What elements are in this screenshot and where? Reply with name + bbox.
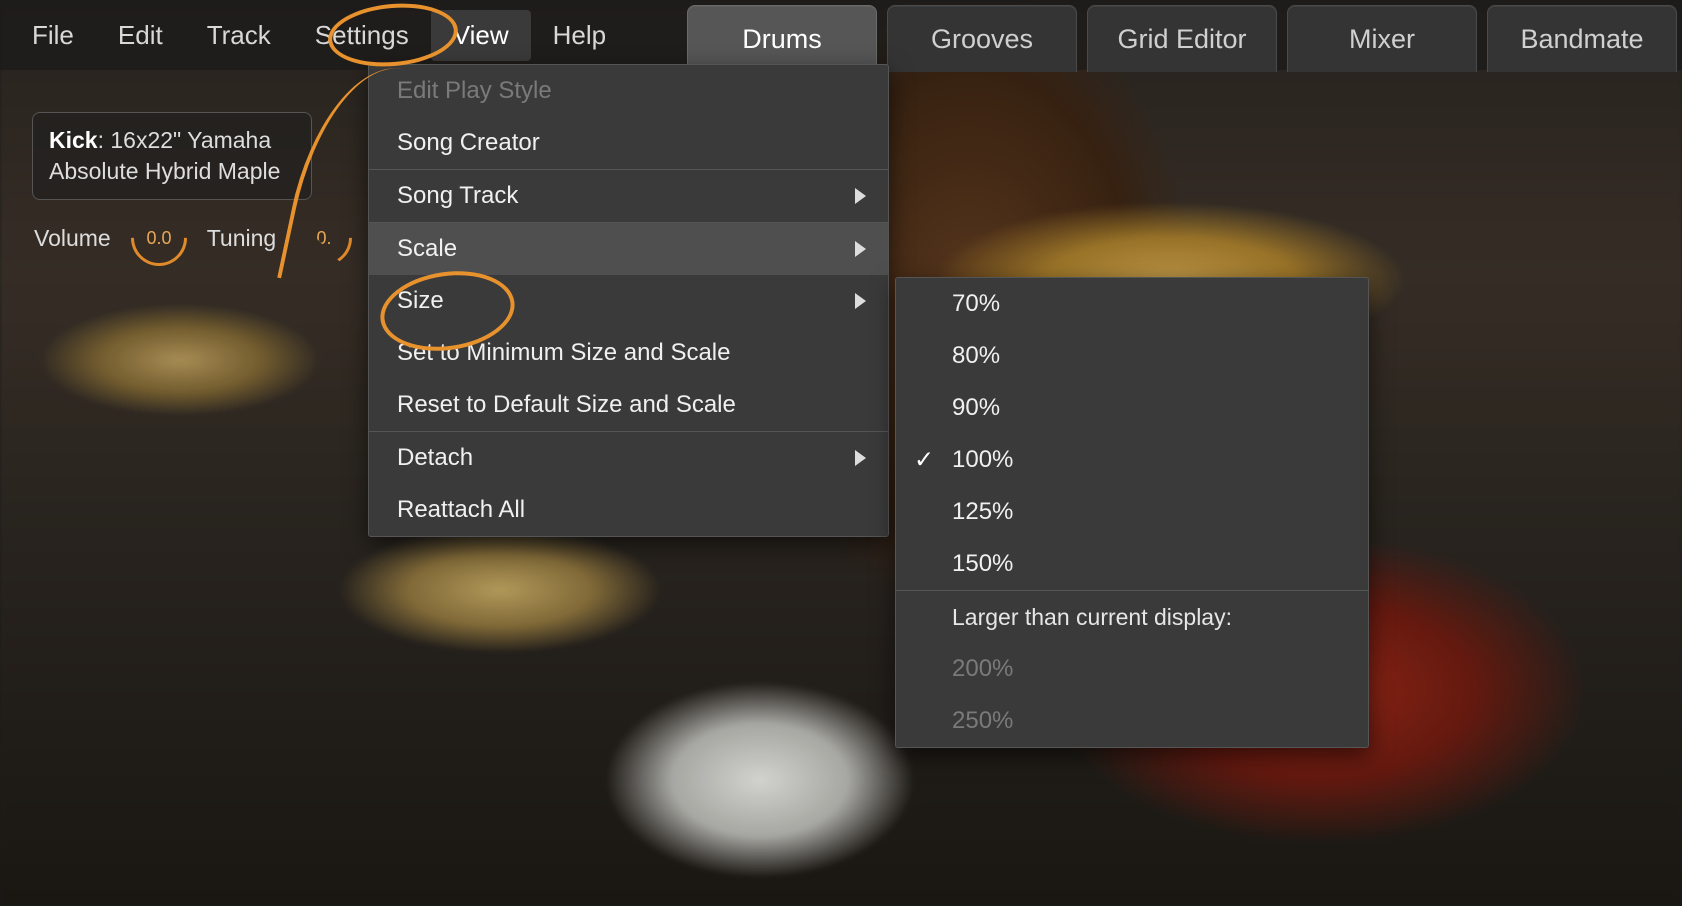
scale-option-80[interactable]: 80% <box>896 330 1368 382</box>
menu-item-detach[interactable]: Detach <box>369 432 888 484</box>
tuning-knob[interactable]: 0. <box>285 198 364 277</box>
tab-mixer[interactable]: Mixer <box>1287 5 1477 72</box>
checkmark-icon: ✓ <box>914 446 934 475</box>
tab-grid-editor[interactable]: Grid Editor <box>1087 5 1277 72</box>
menu-item-reset[interactable]: Reset to Default Size and Scale <box>369 379 888 431</box>
menu-file[interactable]: File <box>10 10 96 61</box>
volume-value: 0.0 <box>146 228 171 249</box>
menu-item-label: Detach <box>397 444 473 472</box>
scale-option-90[interactable]: 90% <box>896 382 1368 434</box>
menu-item-reattach[interactable]: Reattach All <box>369 484 888 536</box>
tab-drums[interactable]: Drums <box>687 5 877 72</box>
menu-help[interactable]: Help <box>531 10 628 61</box>
menu-item-scale[interactable]: Scale <box>369 223 888 275</box>
menu-item-label: Scale <box>397 235 457 263</box>
instrument-info[interactable]: Kick: 16x22" Yamaha Absolute Hybrid Mapl… <box>32 112 312 200</box>
menu-item-label: Size <box>397 287 444 315</box>
submenu-arrow-icon <box>855 241 866 257</box>
submenu-arrow-icon <box>855 450 866 466</box>
scale-option-125[interactable]: 125% <box>896 486 1368 538</box>
menu-edit[interactable]: Edit <box>96 10 185 61</box>
main-tabs: Drums Grooves Grid Editor Mixer Bandmate <box>687 0 1682 72</box>
menu-item-min-size[interactable]: Set to Minimum Size and Scale <box>369 327 888 379</box>
scale-option-200: 200% <box>896 643 1368 695</box>
instrument-controls: Volume 0.0 Tuning 0. <box>34 210 352 266</box>
menu-view[interactable]: View <box>431 10 531 61</box>
scale-option-250: 250% <box>896 695 1368 747</box>
menu-item-edit-play-style: Edit Play Style <box>369 65 888 117</box>
submenu-arrow-icon <box>855 188 866 204</box>
tuning-value: 0. <box>317 228 332 249</box>
menu-item-label: Song Track <box>397 182 518 210</box>
tuning-label: Tuning <box>207 225 276 252</box>
menu-track[interactable]: Track <box>185 10 293 61</box>
scale-submenu: 70% 80% 90% ✓ 100% 125% 150% Larger than… <box>895 277 1369 748</box>
menu-item-song-creator[interactable]: Song Creator <box>369 117 888 169</box>
tab-grooves[interactable]: Grooves <box>887 5 1077 72</box>
volume-label: Volume <box>34 225 111 252</box>
submenu-arrow-icon <box>855 293 866 309</box>
scale-option-label: 100% <box>952 446 1013 474</box>
view-dropdown: Edit Play Style Song Creator Song Track … <box>368 64 889 537</box>
scale-option-70[interactable]: 70% <box>896 278 1368 330</box>
scale-option-100[interactable]: ✓ 100% <box>896 434 1368 486</box>
instrument-sep: : <box>98 127 111 153</box>
volume-knob[interactable]: 0.0 <box>119 198 198 277</box>
scale-option-150[interactable]: 150% <box>896 538 1368 590</box>
menu-item-song-track[interactable]: Song Track <box>369 170 888 222</box>
instrument-label: Kick <box>49 127 98 153</box>
menu-item-size[interactable]: Size <box>369 275 888 327</box>
tab-bandmate[interactable]: Bandmate <box>1487 5 1677 72</box>
scale-larger-header: Larger than current display: <box>896 591 1368 643</box>
menu-settings[interactable]: Settings <box>293 10 431 61</box>
